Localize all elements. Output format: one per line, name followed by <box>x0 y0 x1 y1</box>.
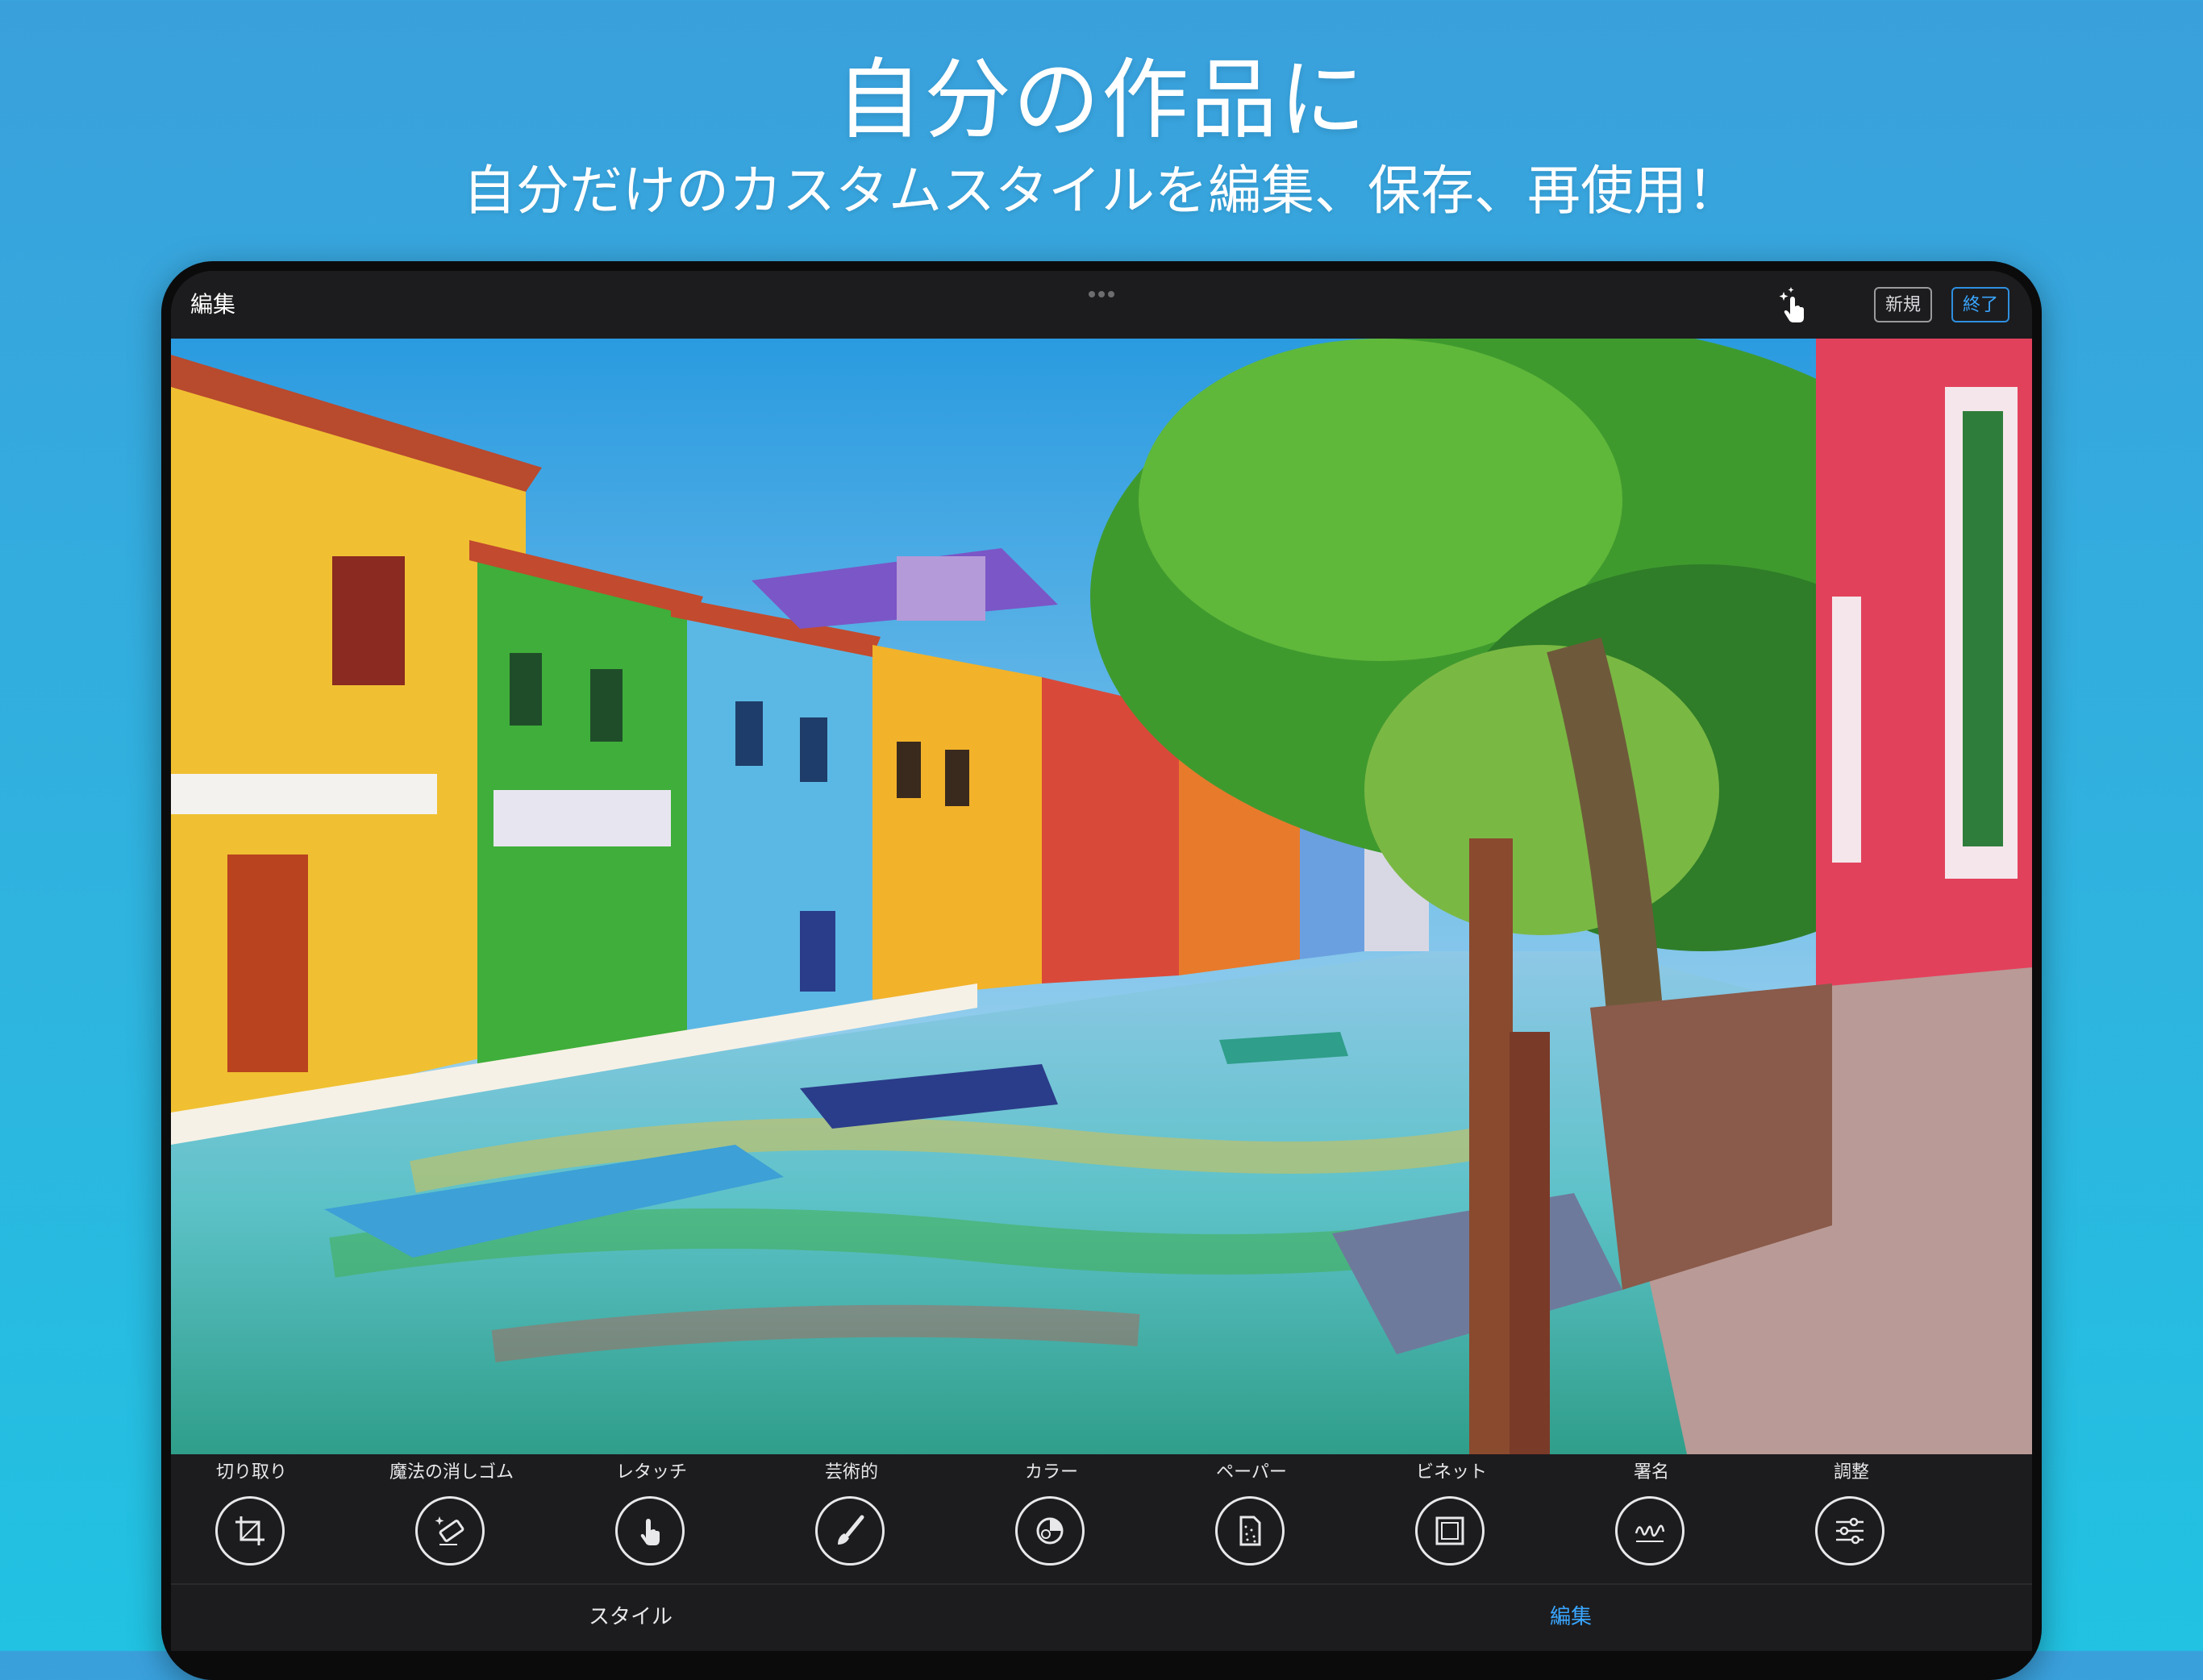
done-button[interactable]: 終了 <box>1951 287 2009 322</box>
paintbrush-icon <box>815 1496 885 1566</box>
tool-color-label: カラー <box>1024 1462 1078 1482</box>
new-button[interactable]: 新規 <box>1874 287 1932 322</box>
app-screen: 編集 新規 終了 切り取り 魔法の消しゴム レタッチ 芸術的 カラー ペーパー … <box>171 271 2032 1651</box>
touch-finger-icon <box>615 1496 685 1566</box>
edit-toolbar: 切り取り 魔法の消しゴム レタッチ 芸術的 カラー ペーパー ビネット 署名 調… <box>171 1454 2032 1583</box>
tool-magic-eraser-label: 魔法の消しゴム <box>389 1462 514 1482</box>
signature-icon <box>1615 1496 1685 1566</box>
watercolor-painting <box>171 339 2032 1454</box>
hero-title: 自分の作品に <box>835 50 1368 151</box>
tool-adjust[interactable]: 調整 <box>1771 1454 1932 1583</box>
tool-adjust-label: 調整 <box>1833 1462 1869 1482</box>
vignette-frame-icon <box>1415 1496 1485 1566</box>
tool-signature[interactable]: 署名 <box>1571 1454 1732 1583</box>
tab-edit[interactable]: 編集 <box>1450 1603 1692 1632</box>
hero-subtitle: 自分だけのカスタムスタイルを編集、保存、再使用！ <box>463 160 1740 222</box>
magic-eraser-icon <box>415 1496 485 1566</box>
tab-style[interactable]: スタイル <box>510 1603 752 1632</box>
bottom-tab-bar: スタイル 編集 <box>171 1583 2032 1651</box>
sliders-icon <box>1815 1496 1884 1566</box>
watercolor-canvas[interactable] <box>171 339 2032 1454</box>
tool-retouch[interactable]: レタッチ <box>571 1454 732 1583</box>
top-bar: 編集 新規 終了 <box>171 271 2032 339</box>
tool-crop[interactable]: 切り取り <box>171 1454 332 1583</box>
tool-artistic-label: 芸術的 <box>824 1462 878 1482</box>
tool-signature-label: 署名 <box>1633 1462 1669 1482</box>
tool-vignette[interactable]: ビネット <box>1371 1454 1532 1583</box>
crop-icon <box>215 1496 285 1566</box>
tool-paper[interactable]: ペーパー <box>1171 1454 1332 1583</box>
paper-texture-icon <box>1215 1496 1285 1566</box>
tool-vignette-label: ビネット <box>1415 1462 1487 1482</box>
multitasking-grabber[interactable] <box>1089 285 1118 297</box>
tool-color[interactable]: カラー <box>971 1454 1132 1583</box>
tool-crop-label: 切り取り <box>215 1462 287 1482</box>
color-palette-icon <box>1015 1496 1085 1566</box>
hand-tap-sparkle-icon[interactable] <box>1771 282 1816 327</box>
tool-paper-label: ペーパー <box>1216 1462 1287 1482</box>
screen-title: 編集 <box>190 291 236 318</box>
tool-artistic[interactable]: 芸術的 <box>771 1454 932 1583</box>
tool-retouch-label: レタッチ <box>615 1462 687 1482</box>
tool-magic-eraser[interactable]: 魔法の消しゴム <box>371 1454 532 1583</box>
